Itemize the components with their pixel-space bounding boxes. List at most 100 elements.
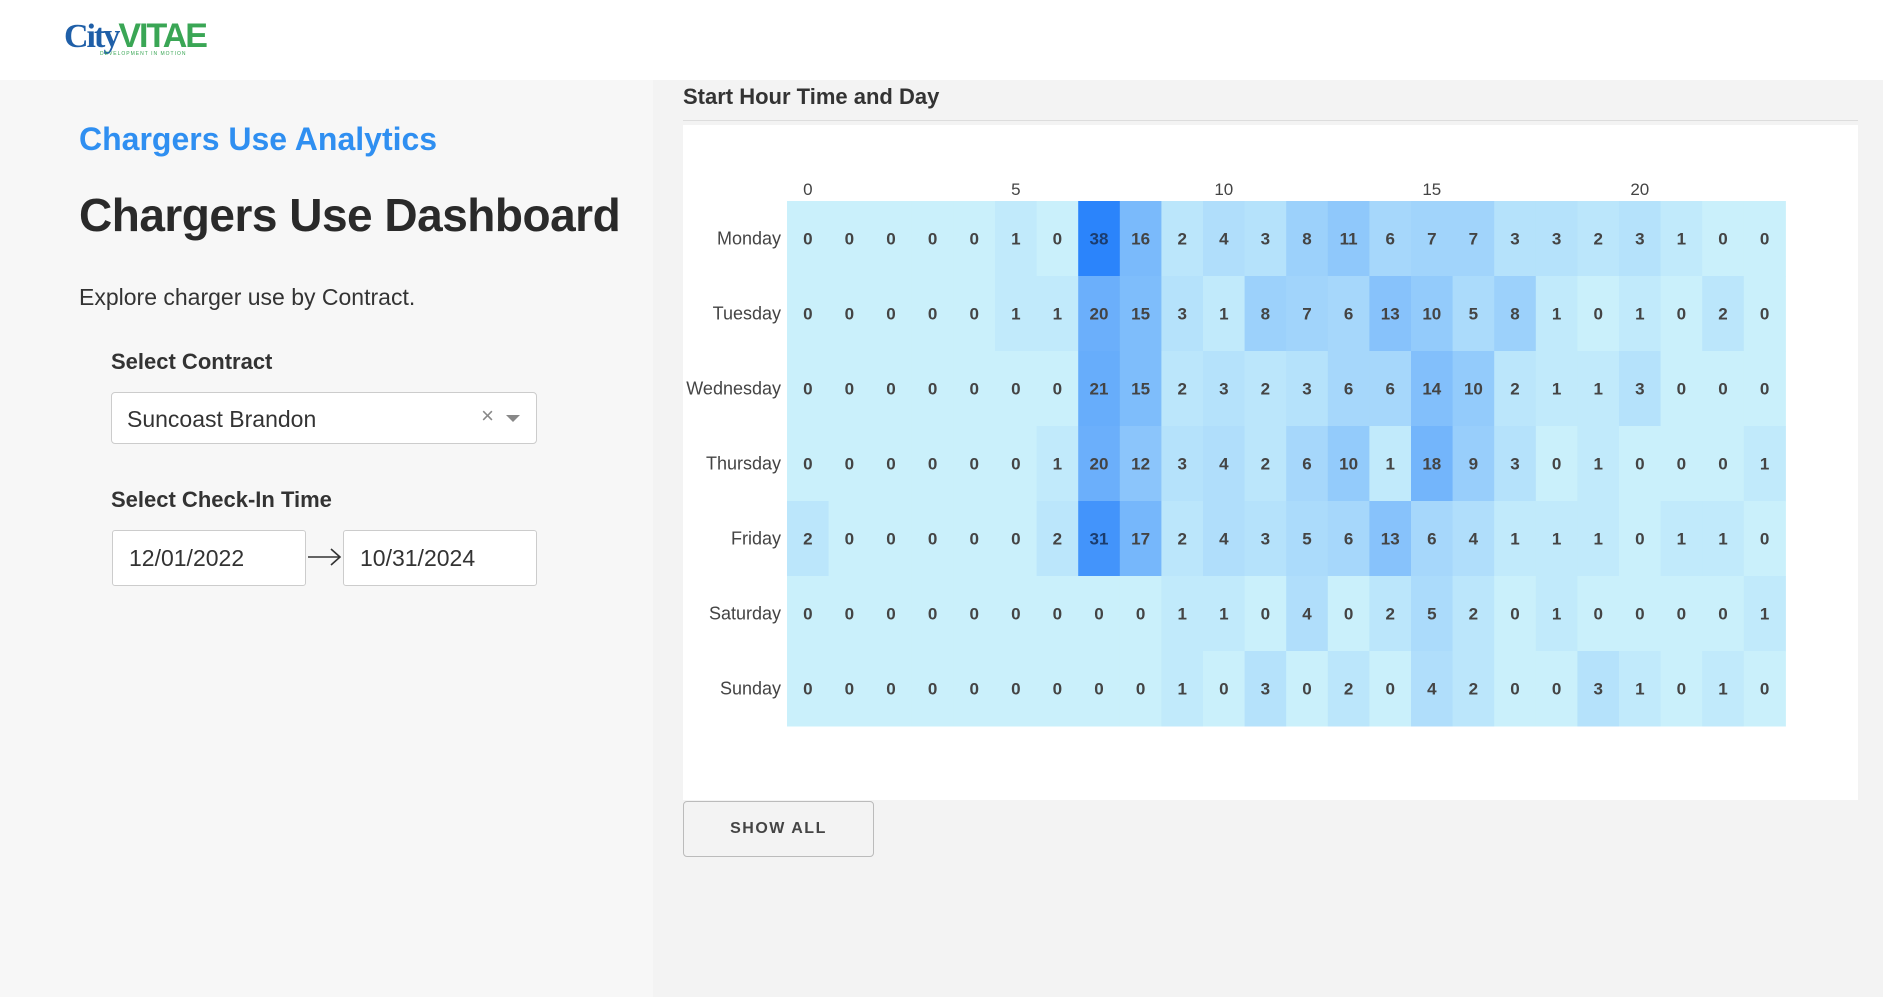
heatmap-cell-value: 3: [1261, 530, 1270, 549]
heatmap-cell-value: 3: [1635, 230, 1644, 249]
logo-tagline: DEVELOPMENT IN MOTION: [100, 51, 187, 57]
heatmap-cell-value: 2: [1593, 230, 1602, 249]
heatmap-cell-value: 0: [969, 230, 978, 249]
heatmap-cell-value: 0: [1011, 380, 1020, 399]
heatmap-cell-value: 1: [1510, 530, 1519, 549]
end-date-input[interactable]: 10/31/2024: [343, 530, 537, 586]
heatmap-cell-value: 3: [1593, 680, 1602, 699]
heatmap-cell-value: 6: [1385, 380, 1394, 399]
x-tick-label: 5: [1011, 180, 1020, 199]
y-tick-label: Monday: [717, 229, 781, 249]
heatmap-cell-value: 0: [803, 455, 812, 474]
heatmap-cell-value: 1: [1552, 380, 1561, 399]
heatmap-cell-value: 0: [845, 305, 854, 324]
show-all-button[interactable]: SHOW ALL: [683, 801, 874, 857]
heatmap-cell-value: 15: [1131, 380, 1150, 399]
heatmap-cell-value: 0: [886, 455, 895, 474]
heatmap-cell-value: 1: [1718, 680, 1727, 699]
heatmap-cell-value: 1: [1177, 680, 1186, 699]
heatmap-cell-value: 0: [1593, 605, 1602, 624]
x-tick-label: 0: [803, 180, 812, 199]
heatmap-cell-value: 0: [1136, 605, 1145, 624]
heatmap-cell-value: 5: [1469, 305, 1478, 324]
heatmap-cell-value: 0: [845, 230, 854, 249]
x-tick-label: 10: [1214, 180, 1233, 199]
heatmap-cell-value: 0: [886, 305, 895, 324]
heatmap-cell-value: 2: [1385, 605, 1394, 624]
heatmap-cell-value: 0: [1718, 380, 1727, 399]
heatmap-cell-value: 0: [1053, 380, 1062, 399]
heatmap-cell-value: 1: [1718, 530, 1727, 549]
heatmap-cell-value: 3: [1510, 230, 1519, 249]
heatmap-cell-value: 0: [1053, 605, 1062, 624]
heatmap-cell-value: 6: [1344, 380, 1353, 399]
heatmap-cell-value: 0: [1261, 605, 1270, 624]
heatmap-cell-value: 3: [1302, 380, 1311, 399]
heatmap-cell-value: 7: [1469, 230, 1478, 249]
heatmap-cell-value: 6: [1385, 230, 1394, 249]
heatmap-cell-value: 4: [1302, 605, 1312, 624]
heatmap-cell-value: 0: [928, 230, 937, 249]
heatmap-cell-value: 4: [1427, 680, 1437, 699]
heatmap-chart[interactable]: Monday 0 0 0 0 0 1 0 38 16 2 4 3 8 11 6 7 7 3 3 2 3 1 0 0Tuesday…: [683, 125, 1858, 800]
logo-city-text: City: [64, 18, 120, 55]
y-tick-label: Thursday: [706, 454, 781, 474]
heatmap-cell-value: 2: [1261, 455, 1270, 474]
heatmap-cell-value: 0: [969, 455, 978, 474]
clear-icon[interactable]: ×: [481, 403, 494, 429]
heatmap-cell-value: 0: [1302, 680, 1311, 699]
start-date-input[interactable]: 12/01/2022: [112, 530, 306, 586]
heatmap-cell-value: 0: [1635, 605, 1644, 624]
heatmap-cell-value: 4: [1219, 455, 1229, 474]
heatmap-cell-value: 0: [845, 530, 854, 549]
contract-select-value: Suncoast Brandon: [127, 406, 317, 432]
y-tick-label: Friday: [731, 529, 781, 549]
heatmap-cell-value: 1: [1593, 455, 1602, 474]
checkin-label: Select Check-In Time: [111, 487, 332, 512]
heatmap-cell-value: 7: [1427, 230, 1436, 249]
heatmap-cell-value: 0: [845, 680, 854, 699]
page-description: Explore charger use by Contract.: [79, 284, 416, 310]
chevron-down-icon[interactable]: [506, 415, 520, 422]
heatmap-cell-value: 0: [969, 380, 978, 399]
heatmap-cell-value: 0: [1677, 455, 1686, 474]
heatmap-cell-value: 11: [1340, 230, 1358, 249]
heatmap-cell-value: 3: [1177, 305, 1186, 324]
top-bar: CityVITAE DEVELOPMENT IN MOTION: [0, 0, 1883, 80]
heatmap-cell-value: 0: [1510, 605, 1519, 624]
heatmap-cell-value: 1: [1219, 305, 1228, 324]
heatmap-cell-value: 2: [1177, 230, 1186, 249]
heatmap-cell-value: 0: [1718, 455, 1727, 474]
heatmap-cell-value: 1: [1760, 455, 1769, 474]
heatmap-cell-value: 1: [1635, 680, 1644, 699]
heatmap-cell-value: 0: [1677, 605, 1686, 624]
heatmap-cell-value: 3: [1261, 230, 1270, 249]
heatmap-cell-value: 0: [1011, 680, 1020, 699]
heatmap-cell-value: 6: [1344, 305, 1353, 324]
heatmap-cell-value: 16: [1131, 230, 1150, 249]
heatmap-cell-value: 3: [1552, 230, 1561, 249]
heatmap-cell-value: 0: [1760, 530, 1769, 549]
heatmap-cell-value: 0: [886, 530, 895, 549]
heatmap-cell-value: 0: [886, 380, 895, 399]
heatmap-cell-value: 38: [1090, 230, 1109, 249]
contract-select[interactable]: Suncoast Brandon ×: [111, 392, 537, 444]
heatmap-cell-value: 1: [1552, 530, 1561, 549]
heatmap-cell-value: 1: [1053, 455, 1062, 474]
heatmap-cell-value: 5: [1302, 530, 1311, 549]
start-date-value: 12/01/2022: [129, 545, 245, 571]
heatmap-cell-value: 9: [1469, 455, 1478, 474]
heatmap-cell-value: 0: [803, 605, 812, 624]
heatmap-cell-value: 0: [1760, 680, 1769, 699]
heatmap-cell-value: 0: [1552, 455, 1561, 474]
heatmap-cell-value: 0: [1635, 455, 1644, 474]
heatmap-cell-value: 10: [1422, 305, 1441, 324]
y-tick-label: Sunday: [720, 679, 781, 699]
heatmap-card: Monday 0 0 0 0 0 1 0 38 16 2 4 3 8 11 6 7 7 3 3 2 3 1 0 0 Tuesday…: [683, 125, 1858, 800]
heatmap-cell-value: 0: [886, 605, 895, 624]
heatmap-cell-value: 5: [1427, 605, 1436, 624]
heatmap-cell-value: 0: [969, 605, 978, 624]
heatmap-cell-value: 1: [1053, 305, 1062, 324]
end-date-value: 10/31/2024: [360, 545, 476, 571]
heatmap-cell-value: 3: [1219, 380, 1228, 399]
